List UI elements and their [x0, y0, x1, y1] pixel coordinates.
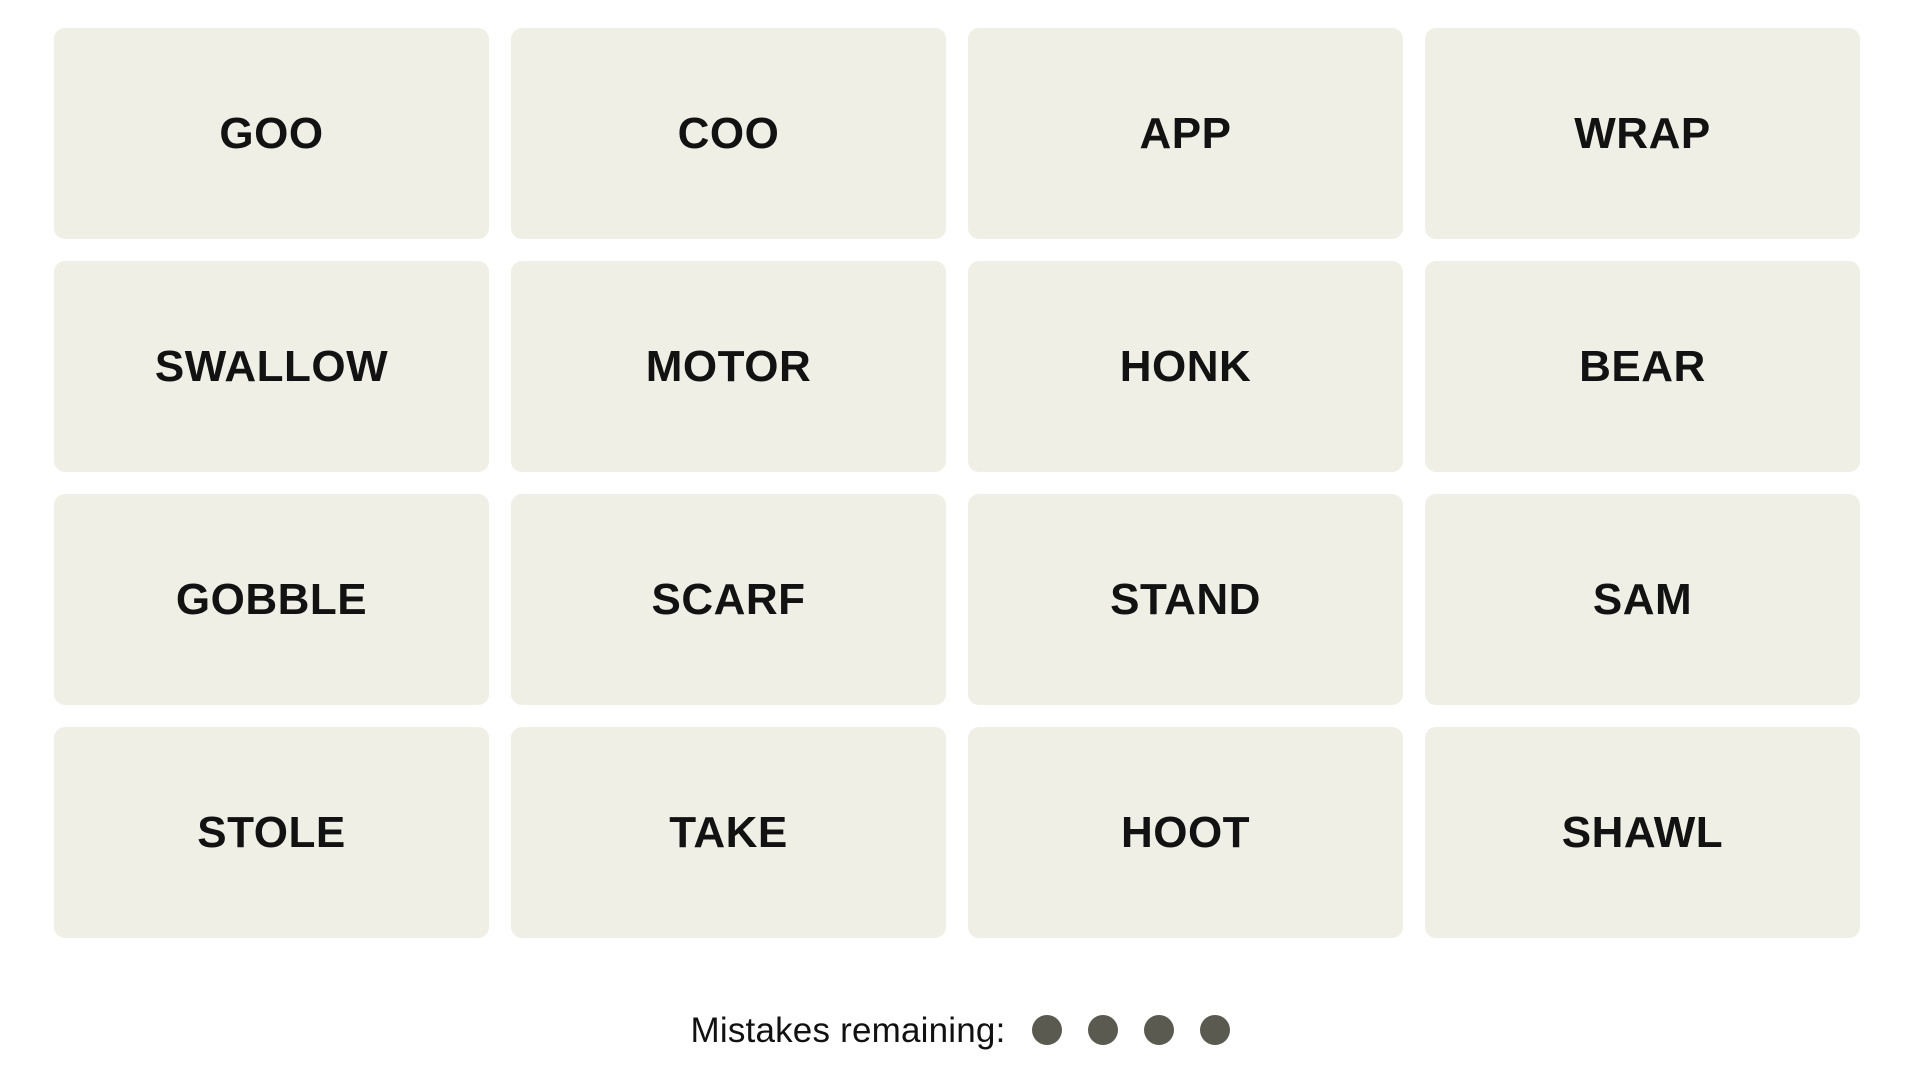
word-tile[interactable]: GOO: [54, 28, 489, 239]
mistakes-dots: [1031, 1015, 1230, 1045]
word-tile-label: GOBBLE: [175, 574, 368, 624]
word-tile-label: SCARF: [651, 574, 806, 624]
mistakes-remaining-label: Mistakes remaining:: [690, 1010, 1006, 1050]
connections-game-root: GOO COO APP WRAP SWALLOW MOTOR HONK BEAR…: [0, 0, 1920, 1080]
word-tile-label: BEAR: [1579, 341, 1706, 391]
word-tile-label: SHAWL: [1561, 807, 1724, 857]
word-tile[interactable]: TAKE: [511, 727, 946, 938]
word-tile[interactable]: WRAP: [1425, 28, 1860, 239]
word-tile[interactable]: STOLE: [54, 727, 489, 938]
word-tile[interactable]: GOBBLE: [54, 494, 489, 705]
word-tile-label: SAM: [1592, 574, 1693, 624]
word-tile-label: STOLE: [197, 807, 346, 857]
word-tile[interactable]: STAND: [968, 494, 1403, 705]
word-grid: GOO COO APP WRAP SWALLOW MOTOR HONK BEAR…: [54, 28, 1860, 938]
word-tile-label: TAKE: [669, 807, 788, 857]
word-tile-label: MOTOR: [645, 341, 812, 391]
word-tile[interactable]: HOOT: [968, 727, 1403, 938]
word-tile[interactable]: SWALLOW: [54, 261, 489, 472]
word-tile-label: STAND: [1110, 574, 1261, 624]
word-tile[interactable]: BEAR: [1425, 261, 1860, 472]
word-tile-label: WRAP: [1574, 108, 1711, 158]
word-tile[interactable]: APP: [968, 28, 1403, 239]
word-tile-label: HONK: [1119, 341, 1252, 391]
word-tile-label: SWALLOW: [154, 341, 389, 391]
word-tile[interactable]: SAM: [1425, 494, 1860, 705]
word-tile-label: HOOT: [1120, 807, 1251, 857]
word-tile-label: GOO: [219, 108, 324, 158]
word-tile-label: APP: [1139, 108, 1232, 158]
word-tile[interactable]: MOTOR: [511, 261, 946, 472]
mistake-dot-icon: [1143, 1015, 1174, 1045]
mistake-dot-icon: [1031, 1015, 1062, 1045]
word-tile[interactable]: SHAWL: [1425, 727, 1860, 938]
word-tile[interactable]: HONK: [968, 261, 1403, 472]
mistake-dot-icon: [1087, 1015, 1118, 1045]
mistake-dot-icon: [1199, 1015, 1230, 1045]
word-tile[interactable]: COO: [511, 28, 946, 239]
word-tile[interactable]: SCARF: [511, 494, 946, 705]
mistakes-remaining-bar: Mistakes remaining:: [0, 1000, 1920, 1060]
word-tile-label: COO: [677, 108, 780, 158]
